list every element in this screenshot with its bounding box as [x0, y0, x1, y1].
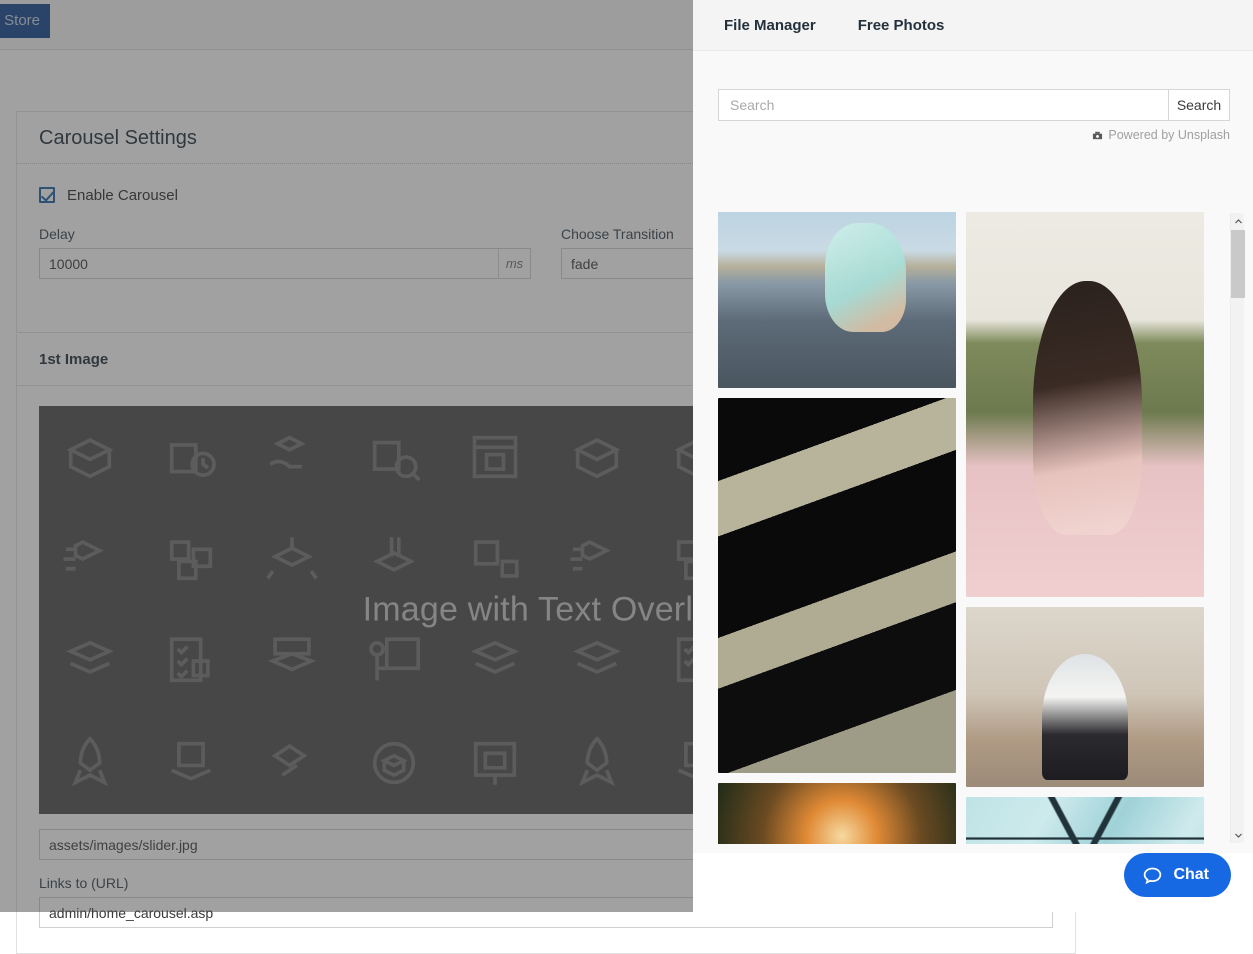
photo-grid-columns: [718, 212, 1204, 844]
modal-backdrop-scrim[interactable]: [0, 0, 693, 912]
photo-search-input[interactable]: [728, 96, 1159, 114]
chat-bubble-icon: [1142, 865, 1163, 886]
media-picker-modal: File Manager Free Photos Search Powered …: [693, 0, 1253, 912]
scrollbar-up-button[interactable]: [1231, 213, 1245, 229]
photo-autumn-forest-sunlight[interactable]: [718, 783, 956, 844]
chevron-up-icon: [1234, 217, 1243, 226]
chat-widget-label: Chat: [1173, 866, 1209, 884]
photo-wedding-couple-umbrella[interactable]: [966, 607, 1204, 787]
photo-woman-pink-dress-field[interactable]: [966, 212, 1204, 597]
scrollbar-down-button[interactable]: [1231, 827, 1245, 843]
camera-icon: [1092, 130, 1103, 141]
photo-grid-column-right: [966, 212, 1204, 844]
modal-tab-bar: File Manager Free Photos: [693, 0, 1253, 51]
scrollbar-thumb[interactable]: [1231, 230, 1245, 298]
photo-grid-column-left: [718, 212, 956, 844]
unsplash-attribution: Powered by Unsplash: [718, 128, 1230, 142]
photo-search-field[interactable]: [718, 89, 1168, 121]
photo-glass-skylight-ceiling[interactable]: [966, 797, 1204, 844]
unsplash-attribution-text: Powered by Unsplash: [1108, 128, 1230, 142]
modal-content-area: Search Powered by Unsplash: [693, 51, 1253, 853]
photo-search-button[interactable]: Search: [1168, 89, 1230, 121]
photo-black-white-stairs[interactable]: [718, 398, 956, 773]
photo-grid-scrollbar[interactable]: [1230, 213, 1244, 843]
photo-search-row: Search: [718, 89, 1230, 121]
photo-beach-feet-water[interactable]: [718, 212, 956, 388]
chat-widget-button[interactable]: Chat: [1124, 853, 1231, 897]
chevron-down-icon: [1234, 831, 1243, 840]
photo-grid: [718, 212, 1218, 844]
tab-free-photos[interactable]: Free Photos: [858, 17, 945, 34]
tab-file-manager[interactable]: File Manager: [724, 17, 816, 34]
